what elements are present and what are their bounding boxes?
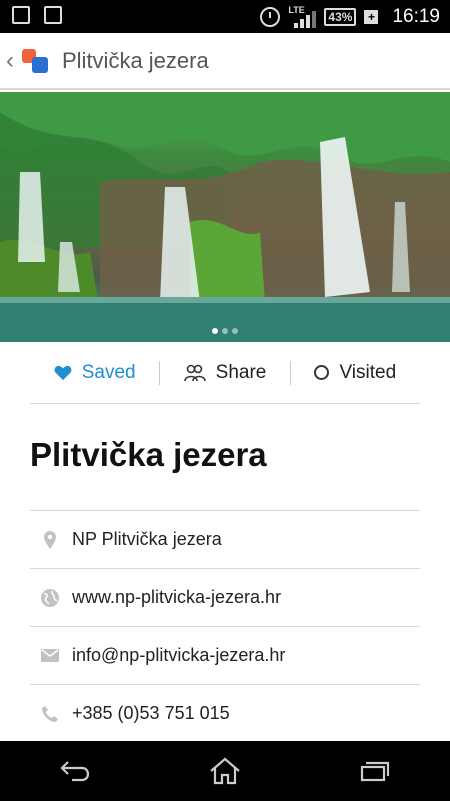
saved-button[interactable]: Saved (30, 362, 159, 384)
website-link: www.np-plitvicka-jezera.hr (72, 587, 282, 607)
info-row-email[interactable]: info@np-plitvicka-jezera.hr (30, 626, 420, 684)
info-row-phone[interactable]: +385 (0)53 751 015 (30, 684, 420, 742)
info-list: NP Plitvička jezera www.np-plitvicka-jez… (30, 510, 420, 742)
people-icon (183, 364, 206, 381)
signal-icon: LTE (288, 5, 317, 28)
battery-level: 43% (324, 7, 357, 26)
mail-icon (30, 649, 70, 662)
globe-icon (30, 588, 70, 608)
status-bar: LTE 43% + 16:19 (0, 0, 450, 33)
heart-icon (54, 365, 72, 380)
app-logo[interactable] (22, 47, 50, 75)
carousel-dot (222, 328, 228, 334)
carousel-dot (232, 328, 238, 334)
gallery-notification-icon (44, 6, 62, 24)
hero-image[interactable] (0, 92, 450, 342)
home-icon (210, 757, 240, 785)
circle-icon (314, 365, 330, 380)
back-nav-button[interactable] (55, 751, 95, 791)
navigation-bar (0, 741, 450, 801)
charging-icon: + (364, 9, 379, 24)
action-row: Saved Share Visited (30, 342, 420, 404)
alarm-icon (260, 6, 281, 27)
location-pin-icon (30, 530, 70, 549)
back-arrow-icon (60, 761, 90, 782)
email-link: info@np-plitvicka-jezera.hr (72, 645, 286, 665)
saved-label: Saved (81, 361, 136, 383)
clock: 16:19 (392, 5, 440, 27)
share-label: Share (215, 361, 267, 383)
waterfall-photo (0, 92, 450, 342)
phone-number: +385 (0)53 751 015 (72, 703, 230, 723)
sync-notification-icon (12, 6, 30, 24)
info-row-address[interactable]: NP Plitvička jezera (30, 510, 420, 568)
recent-apps-icon (360, 761, 390, 782)
address-text: NP Plitvička jezera (72, 529, 222, 549)
visited-label: Visited (339, 361, 397, 383)
back-chevron-icon[interactable]: ‹ (6, 47, 20, 75)
share-button[interactable]: Share (160, 362, 289, 384)
recents-nav-button[interactable] (355, 751, 395, 791)
home-nav-button[interactable] (205, 751, 245, 791)
app-bar-title: Plitvička jezera (62, 47, 209, 73)
carousel-indicator (212, 328, 238, 334)
carousel-dot-active (212, 328, 218, 334)
page-title: Plitvička jezera (30, 436, 267, 473)
visited-button[interactable]: Visited (291, 362, 420, 384)
phone-icon (30, 705, 70, 723)
info-row-website[interactable]: www.np-plitvicka-jezera.hr (30, 568, 420, 626)
app-bar: ‹ Plitvička jezera (0, 33, 450, 90)
